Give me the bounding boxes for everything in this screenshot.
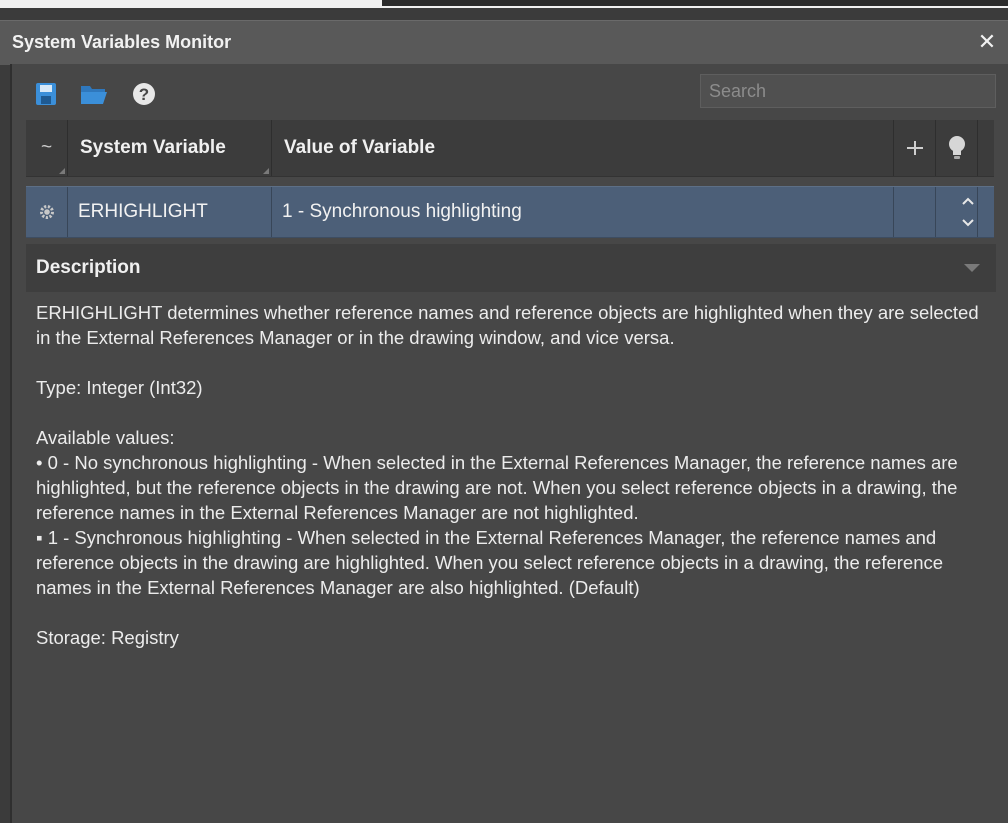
save-button[interactable]: [32, 80, 60, 108]
column-header-tips[interactable]: [936, 120, 978, 176]
description-value-1-line: ▪ 1 - Synchronous highlighting - When se…: [36, 525, 986, 600]
row-icon-cell: [26, 187, 68, 237]
pin-icon: [906, 141, 923, 155]
sort-indicator: [59, 168, 65, 174]
row-value: 1 - Synchronous highlighting: [282, 201, 522, 222]
description-type: Type: Integer (Int32): [36, 377, 203, 398]
help-icon: ?: [133, 83, 155, 105]
window-title: System Variables Monitor: [12, 32, 232, 52]
column-header-system-variable[interactable]: System Variable: [68, 120, 272, 176]
description-value-0: • 0 - No synchronous highlighting - When…: [36, 452, 958, 523]
description-text: ERHIGHLIGHT determines whether reference…: [36, 300, 986, 650]
chevron-down-icon: [962, 219, 974, 227]
help-button[interactable]: ?: [130, 80, 158, 108]
description-paragraph: ERHIGHLIGHT determines whether reference…: [36, 302, 979, 348]
scroll-down-button[interactable]: [956, 211, 980, 233]
column-header-watch-label: ~: [40, 137, 53, 158]
title-bar: System Variables Monitor ✕: [0, 20, 1008, 65]
lightbulb-icon: [948, 136, 965, 159]
description-body: ERHIGHLIGHT determines whether reference…: [26, 292, 996, 823]
column-header-system-variable-label: System Variable: [80, 137, 226, 158]
row-add-cell: [894, 187, 936, 237]
svg-text:?: ?: [139, 85, 149, 104]
toolbar: ?: [12, 64, 1008, 120]
column-header-add[interactable]: [894, 120, 936, 176]
column-header-value-label: Value of Variable: [284, 137, 436, 158]
description-value-1: 1 - Synchronous highlighting - When sele…: [36, 527, 944, 598]
row-variable-cell: ERHIGHLIGHT: [68, 187, 272, 237]
chevron-up-icon: [962, 197, 974, 205]
close-button[interactable]: ✕: [974, 27, 1000, 57]
open-button[interactable]: [80, 80, 108, 108]
row-value-cell[interactable]: 1 - Synchronous highlighting: [272, 187, 894, 237]
collapse-arrow-icon[interactable]: [964, 264, 980, 272]
search-input[interactable]: [700, 74, 996, 108]
open-folder-icon: [81, 86, 107, 104]
sort-indicator: [263, 168, 269, 174]
table-row[interactable]: ERHIGHLIGHT 1 - Synchronous highlighting: [26, 186, 994, 238]
description-available-label: Available values:: [36, 427, 175, 448]
column-header-value[interactable]: Value of Variable: [272, 120, 894, 176]
description-header[interactable]: Description: [26, 244, 996, 293]
bullet-icon: ▪: [36, 527, 43, 548]
grid-header: ~ System Variable Value of Variable: [26, 120, 994, 177]
row-variable: ERHIGHLIGHT: [78, 201, 208, 222]
scroll-up-button[interactable]: [956, 189, 980, 211]
save-icon: [36, 83, 56, 105]
gear-icon: [39, 205, 54, 219]
top-strip: [0, 0, 1008, 8]
top-strip-dark: [382, 0, 1008, 6]
monitor-panel: ? ~ System Variable Value of Variable: [10, 64, 1008, 823]
description-storage: Storage: Registry: [36, 627, 179, 648]
description-title: Description: [36, 257, 141, 278]
column-header-watch[interactable]: ~: [26, 120, 68, 176]
